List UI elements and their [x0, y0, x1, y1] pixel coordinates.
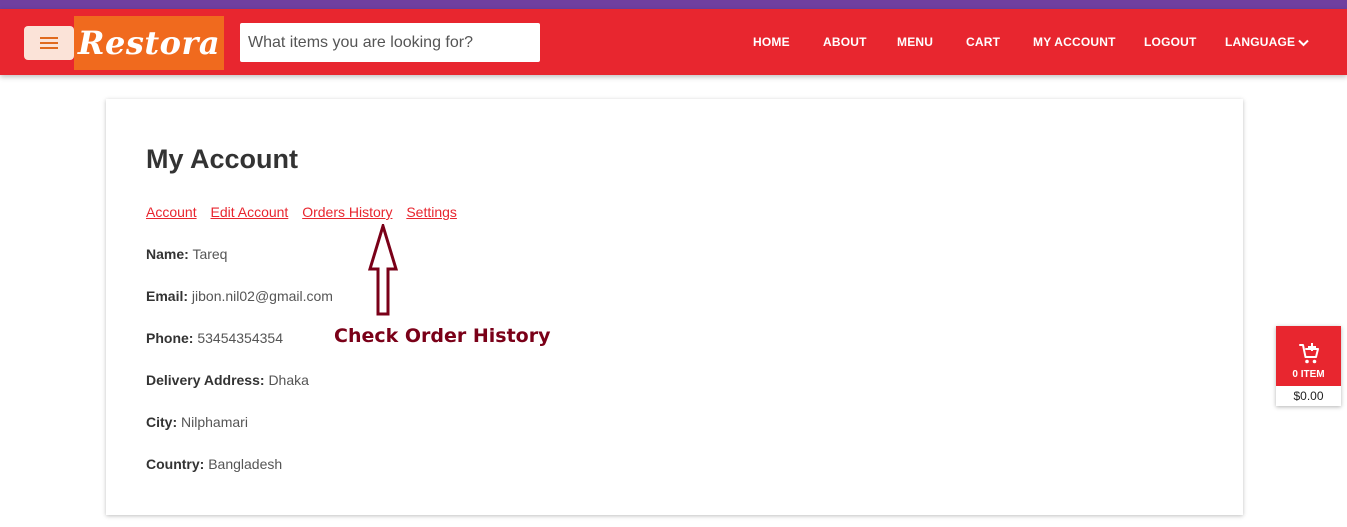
floating-cart-widget[interactable]: 0 ITEM $0.00	[1276, 326, 1341, 406]
info-value: Dhaka	[268, 372, 309, 388]
info-city: City: Nilphamari	[146, 414, 248, 430]
info-label: City:	[146, 414, 178, 430]
nav-menu[interactable]: MENU	[897, 9, 933, 75]
info-value: 53454354354	[197, 330, 283, 346]
nav-about[interactable]: ABOUT	[823, 9, 867, 75]
info-label: Country:	[146, 456, 205, 472]
info-email: Email: jibon.nil02@gmail.com	[146, 288, 333, 304]
cart-widget-top: 0 ITEM	[1276, 326, 1341, 386]
nav-home[interactable]: HOME	[753, 9, 790, 75]
nav-language[interactable]: LANGUAGE	[1225, 9, 1309, 75]
annotation-arrow-up-icon	[368, 224, 398, 316]
info-phone: Phone: 53454354354	[146, 330, 283, 346]
tab-edit-account[interactable]: Edit Account	[210, 204, 288, 220]
main-nav: HOME ABOUT MENU CART MY ACCOUNT LOGOUT L…	[0, 9, 1347, 75]
info-value: Bangladesh	[208, 456, 283, 472]
info-label: Name:	[146, 246, 189, 262]
info-name: Name: Tareq	[146, 246, 227, 262]
info-value: Tareq	[192, 246, 228, 262]
info-delivery-address: Delivery Address: Dhaka	[146, 372, 309, 388]
nav-logout[interactable]: LOGOUT	[1144, 9, 1197, 75]
cart-total: $0.00	[1276, 386, 1341, 406]
info-label: Delivery Address:	[146, 372, 265, 388]
info-value: jibon.nil02@gmail.com	[191, 288, 333, 304]
account-card: My Account Account Edit Account Orders H…	[106, 99, 1243, 515]
account-subnav: Account Edit Account Orders History Sett…	[146, 204, 467, 220]
tab-settings[interactable]: Settings	[406, 204, 457, 220]
info-value: Nilphamari	[181, 414, 248, 430]
top-accent-strip	[0, 0, 1347, 9]
info-label: Email:	[146, 288, 189, 304]
nav-cart[interactable]: CART	[966, 9, 1000, 75]
cart-plus-icon	[1298, 343, 1319, 364]
info-label: Phone:	[146, 330, 194, 346]
nav-my-account[interactable]: MY ACCOUNT	[1033, 9, 1116, 75]
page-title: My Account	[146, 144, 299, 174]
cart-item-count: 0 ITEM	[1292, 369, 1325, 380]
chevron-down-icon	[1298, 39, 1309, 47]
annotation-text: Check Order History	[334, 325, 551, 347]
info-country: Country: Bangladesh	[146, 456, 282, 472]
tab-account[interactable]: Account	[146, 204, 197, 220]
nav-language-label: LANGUAGE	[1225, 35, 1296, 49]
tab-orders-history[interactable]: Orders History	[302, 204, 392, 220]
